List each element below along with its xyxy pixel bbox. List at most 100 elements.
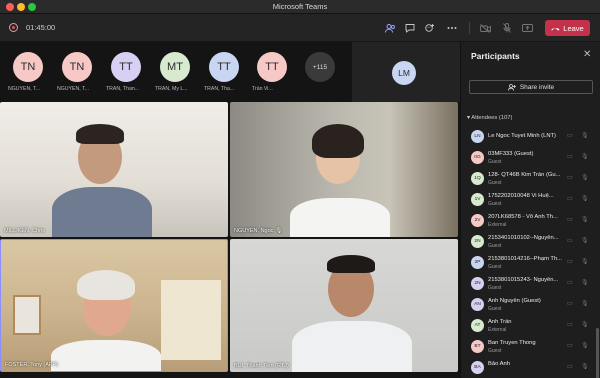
list-item[interactable]: AT Anh Trần External ▭ 🎙 [461, 317, 600, 338]
participant-name: 128- QT46B Kim Trần (Gu... [488, 172, 561, 178]
mic-off-icon[interactable] [500, 21, 514, 35]
camera-off-icon: ▭ [567, 322, 573, 328]
mic-off-icon: 🎙 [581, 238, 589, 244]
chat-icon[interactable] [403, 21, 417, 35]
avatar-initials: TT [119, 61, 133, 73]
roster-avatar[interactable]: TT [209, 52, 239, 82]
more-participants-button[interactable]: +115 [305, 52, 335, 82]
participant-name: Bảo Anh [488, 361, 510, 367]
participant-name: Anh Nguyễn (Guest) [488, 298, 541, 304]
more-options-icon[interactable] [445, 21, 459, 35]
mic-off-icon: 🎙 [581, 196, 589, 202]
window-title: Microsoft Teams [272, 2, 328, 11]
roster-strip: TN NGUYEN, T... TN NGUYEN, T... TT TRAN,… [0, 42, 460, 102]
participant-name: Anh Trần [488, 319, 512, 325]
mic-off-icon: 🎙 [581, 133, 589, 139]
video-tile[interactable]: MILLIKEN, Chris [0, 102, 228, 237]
camera-off-icon[interactable] [478, 21, 492, 35]
share-icon [507, 83, 516, 91]
participant-video [51, 340, 161, 371]
participant-role: Guest [488, 243, 502, 249]
share-invite-button[interactable]: Share invite [469, 80, 593, 94]
camera-off-icon: ▭ [567, 280, 573, 286]
camera-off-icon: ▭ [567, 175, 573, 181]
avatar: 1V [471, 193, 484, 206]
mic-off-icon: 🎙 [581, 259, 589, 265]
recording-icon [9, 23, 18, 32]
close-icon[interactable]: ✕ [583, 49, 591, 60]
participant-video [327, 255, 375, 273]
reactions-icon[interactable] [423, 21, 437, 35]
participant-video [312, 124, 364, 158]
list-item[interactable]: 2N 2153401010102--Nguyễn... Guest ▭ 🎙 [461, 233, 600, 254]
video-tile-active[interactable]: FOSTER, Tony (APP) [0, 239, 228, 372]
roster-avatar[interactable]: TN [13, 52, 43, 82]
participant-video [77, 270, 135, 300]
leave-label: Leave [563, 23, 584, 33]
participant-role: Guest [488, 285, 502, 291]
avatar-initials: MT [167, 61, 183, 73]
title-bar: Microsoft Teams [0, 0, 600, 14]
mic-off-icon: 🎙 [581, 154, 589, 160]
list-item[interactable]: 1Q 128- QT46B Kim Trần (Gu... Guest ▭ 🎙 [461, 170, 600, 191]
list-item[interactable]: 2N 2153801015243- Nguyễn... Guest ▭ 🎙 [461, 275, 600, 296]
video-tile[interactable]: BUI, Thanh Tien (RTJ) [230, 239, 458, 372]
list-item[interactable]: BT Ban Truyen Thong Guest ▭ 🎙 [461, 338, 600, 359]
mic-off-icon: 🎙 [581, 217, 589, 223]
camera-off-icon: ▭ [567, 217, 573, 223]
participant-role: Guest [488, 201, 502, 207]
roster-name: NGUYEN, T... [57, 86, 89, 92]
avatar: 2N [471, 235, 484, 248]
list-item[interactable]: AN Anh Nguyễn (Guest) Guest ▭ 🎙 [461, 296, 600, 317]
avatar: AT [471, 319, 484, 332]
roster-avatar[interactable]: TT [257, 52, 287, 82]
roster-avatar[interactable]: MT [160, 52, 190, 82]
panel-title: Participants [471, 51, 520, 61]
avatar-initials: TN [20, 61, 36, 73]
camera-off-icon: ▭ [567, 154, 573, 160]
roster-name: NGUYEN, T... [8, 86, 40, 92]
scrollbar[interactable] [596, 328, 599, 378]
avatar-initials: TT [265, 61, 279, 73]
avatar: 0G [471, 151, 484, 164]
roster-name: TRAN, My L... [155, 86, 188, 92]
tile-name: FOSTER, Tony (APP) [5, 362, 59, 368]
roster-avatar[interactable]: TN [62, 52, 92, 82]
list-item[interactable]: 2P 2153801014216--Phạm Th... Guest ▭ 🎙 [461, 254, 600, 275]
window-background [161, 280, 221, 360]
list-item[interactable]: 2V 207LK68578 - Võ Anh Th... External ▭ … [461, 212, 600, 233]
list-item[interactable]: LN Le Ngoc Tuyet Minh (LNT) ▭ 🎙 [461, 128, 600, 149]
mic-off-icon: 🎙 [581, 175, 589, 181]
video-tile[interactable]: NGUYEN, Ngoc 🎙 [230, 102, 458, 237]
participant-video [292, 321, 412, 372]
roster-avatar[interactable]: TT [111, 52, 141, 82]
list-item[interactable]: 1V 1752202010048 Vi Huệ... Guest ▭ 🎙 [461, 191, 600, 212]
participant-role: Guest [488, 180, 502, 186]
roster-name: TRAN, Than... [106, 86, 140, 92]
meeting-toolbar: 01:45:00 Leave [0, 14, 600, 42]
mic-off-icon: 🎙 [581, 364, 589, 370]
participant-name: Le Ngoc Tuyet Minh (LNT) [488, 133, 556, 139]
camera-off-icon: ▭ [567, 301, 573, 307]
mic-off-icon: 🎙 [581, 301, 589, 307]
avatar: 2P [471, 256, 484, 269]
avatar-initials: TT [217, 61, 231, 73]
list-item[interactable]: BA Bảo Anh ▭ 🎙 [461, 359, 600, 378]
participant-role: Guest [488, 159, 502, 165]
participant-name: 2153801014216--Phạm Th... [488, 256, 562, 262]
share-screen-icon[interactable] [520, 21, 534, 35]
mic-icon: 🎙 [275, 228, 283, 234]
participant-role: External [488, 222, 507, 228]
list-item[interactable]: 0G 03MF333 (Guest) Guest ▭ 🎙 [461, 149, 600, 170]
camera-off-icon: ▭ [567, 238, 573, 244]
participants-icon[interactable] [383, 21, 397, 35]
participant-role: Guest [488, 264, 502, 270]
mic-off-icon: 🎙 [581, 322, 589, 328]
mic-off-icon: 🎙 [581, 280, 589, 286]
attendees-label: Attendees (107) [471, 115, 513, 121]
roster-name: TRAN, Tha... [204, 86, 235, 92]
attendees-header[interactable]: ▾ Attendees (107) [467, 115, 512, 121]
participant-role: Guest [488, 348, 502, 354]
leave-button[interactable]: Leave [545, 20, 590, 36]
tile-name-text: NGUYEN, Ngoc [234, 228, 274, 234]
